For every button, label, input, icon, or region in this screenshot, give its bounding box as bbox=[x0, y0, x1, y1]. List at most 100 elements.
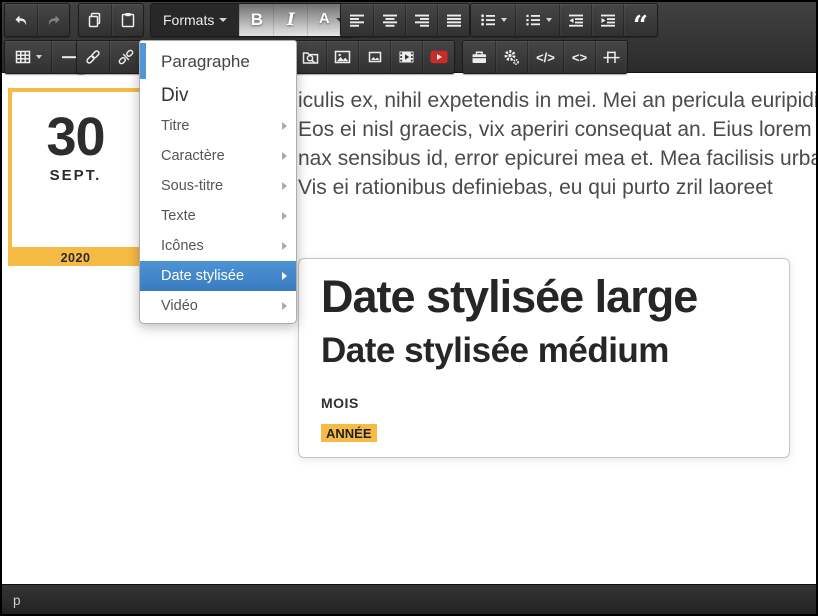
indent-button[interactable] bbox=[591, 4, 623, 36]
history-group bbox=[4, 3, 70, 37]
blockquote-icon: “ bbox=[633, 11, 648, 41]
outdent-button[interactable] bbox=[559, 4, 591, 36]
insert-image-button[interactable] bbox=[326, 41, 358, 73]
link-group bbox=[76, 40, 142, 74]
briefcase-icon bbox=[470, 48, 489, 66]
bullet-list-icon bbox=[479, 11, 497, 29]
menu-item-date-stylisee[interactable]: Date stylisée bbox=[140, 261, 296, 291]
submenu-arrow-icon bbox=[282, 212, 287, 220]
folder-search-icon bbox=[301, 48, 320, 66]
align-left-button[interactable] bbox=[341, 4, 373, 36]
formats-label: Formats bbox=[163, 12, 215, 28]
submenu-arrow-icon bbox=[282, 182, 287, 190]
paragraph-line: Eos ei nisl graecis, vix aperiri consequ… bbox=[298, 118, 818, 141]
editor-statusbar: p bbox=[0, 584, 818, 616]
outdent-icon bbox=[567, 11, 585, 29]
inline-style-segment: B I A bbox=[239, 4, 354, 36]
horizontal-rule-icon bbox=[60, 48, 78, 66]
menu-item-label: Div bbox=[161, 84, 189, 106]
submenu-arrow-icon bbox=[282, 242, 287, 250]
submenu-item-annee[interactable]: ANNÉE bbox=[321, 423, 377, 442]
table-icon bbox=[14, 48, 32, 66]
insert-responsive-image-button[interactable] bbox=[358, 41, 390, 73]
italic-button[interactable]: I bbox=[273, 4, 307, 36]
insert-video-button[interactable] bbox=[390, 41, 422, 73]
table-group bbox=[4, 40, 86, 74]
menu-item-div[interactable]: Div bbox=[140, 80, 296, 111]
formats-menu: Paragraphe Div Titre Caractère Sous-titr… bbox=[139, 40, 297, 324]
align-justify-icon bbox=[445, 11, 463, 29]
copy-button[interactable] bbox=[79, 4, 111, 36]
file-browser-button[interactable] bbox=[294, 41, 326, 73]
date-year-band: 2020 bbox=[8, 251, 143, 266]
youtube-icon bbox=[429, 48, 449, 66]
table-button[interactable] bbox=[5, 41, 51, 73]
editor-toolbar: Formats B I A “ </> <> bbox=[0, 0, 818, 74]
page-break-icon bbox=[602, 48, 621, 66]
media-group bbox=[293, 40, 455, 74]
alignment-group bbox=[340, 3, 470, 37]
menu-item-label: Paragraphe bbox=[161, 52, 250, 71]
date-box: 30 SEPT. bbox=[8, 88, 143, 251]
small-image-icon bbox=[366, 48, 384, 66]
submenu-item-date-medium[interactable]: Date stylisée médium bbox=[321, 331, 789, 371]
paragraph-line: Vis ei rationibus definiebas, eu qui pur… bbox=[298, 176, 773, 199]
inline-code-button[interactable]: <> bbox=[563, 41, 595, 73]
bold-button[interactable]: B bbox=[239, 4, 273, 36]
clipboard-group bbox=[78, 3, 144, 37]
menu-item-label: Texte bbox=[161, 208, 196, 224]
copy-icon bbox=[86, 11, 104, 29]
source-code-button[interactable]: </> bbox=[527, 41, 563, 73]
settings-button[interactable] bbox=[495, 41, 527, 73]
blockquote-button[interactable]: “ bbox=[623, 4, 657, 41]
insert-link-button[interactable] bbox=[77, 41, 109, 73]
bullet-list-button[interactable] bbox=[471, 4, 515, 36]
menu-item-texte[interactable]: Texte bbox=[140, 201, 296, 231]
align-right-icon bbox=[413, 11, 431, 29]
submenu-arrow-icon bbox=[282, 272, 287, 280]
source-code-icon: </> bbox=[536, 49, 555, 65]
submenu-arrow-icon bbox=[282, 152, 287, 160]
undo-button[interactable] bbox=[5, 4, 37, 36]
paragraph-line: nax sensibus id, error epicurei mea et. … bbox=[298, 147, 818, 170]
styled-date-widget[interactable]: 30 SEPT. 2020 bbox=[8, 88, 143, 266]
numbered-list-icon bbox=[524, 11, 542, 29]
format-group: Formats B I A bbox=[150, 3, 355, 37]
body-paragraph[interactable]: iculis ex, nihil expetendis in mei. Mei … bbox=[298, 86, 818, 202]
element-path[interactable]: p bbox=[13, 593, 21, 608]
insert-youtube-button[interactable] bbox=[422, 41, 454, 73]
gear-icon bbox=[502, 48, 521, 67]
menu-item-sous-titre[interactable]: Sous-titre bbox=[140, 171, 296, 201]
numbered-list-button[interactable] bbox=[515, 4, 559, 36]
menu-item-caractere[interactable]: Caractère bbox=[140, 141, 296, 171]
list-group: “ bbox=[470, 3, 658, 41]
align-justify-button[interactable] bbox=[437, 4, 469, 36]
submenu-item-date-large[interactable]: Date stylisée large bbox=[321, 272, 789, 322]
menu-item-video[interactable]: Vidéo bbox=[140, 291, 296, 321]
submenu-arrow-icon bbox=[282, 122, 287, 130]
undo-icon bbox=[12, 11, 30, 29]
unlink-icon bbox=[117, 48, 135, 66]
redo-button[interactable] bbox=[37, 4, 69, 36]
paste-button[interactable] bbox=[111, 4, 143, 36]
submenu-item-mois[interactable]: MOIS bbox=[321, 395, 789, 411]
toolbox-button[interactable] bbox=[463, 41, 495, 73]
align-center-button[interactable] bbox=[373, 4, 405, 36]
menu-item-titre[interactable]: Titre bbox=[140, 111, 296, 141]
remove-link-button[interactable] bbox=[109, 41, 141, 73]
menu-item-label: Date stylisée bbox=[161, 268, 245, 284]
menu-item-label: Sous-titre bbox=[161, 178, 224, 194]
menu-item-label: Vidéo bbox=[161, 298, 198, 314]
paste-icon bbox=[119, 11, 137, 29]
menu-item-paragraphe[interactable]: Paragraphe bbox=[140, 44, 296, 80]
chevron-down-icon bbox=[36, 55, 42, 59]
menu-item-label: Caractère bbox=[161, 148, 225, 164]
submenu-arrow-icon bbox=[282, 302, 287, 310]
inline-code-icon: <> bbox=[571, 49, 588, 65]
menu-item-label: Icônes bbox=[161, 238, 204, 254]
menu-item-icones[interactable]: Icônes bbox=[140, 231, 296, 261]
formats-dropdown-button[interactable]: Formats bbox=[151, 4, 240, 36]
align-right-button[interactable] bbox=[405, 4, 437, 36]
tools-group: </> <> bbox=[462, 40, 628, 74]
page-break-button[interactable] bbox=[595, 41, 627, 73]
